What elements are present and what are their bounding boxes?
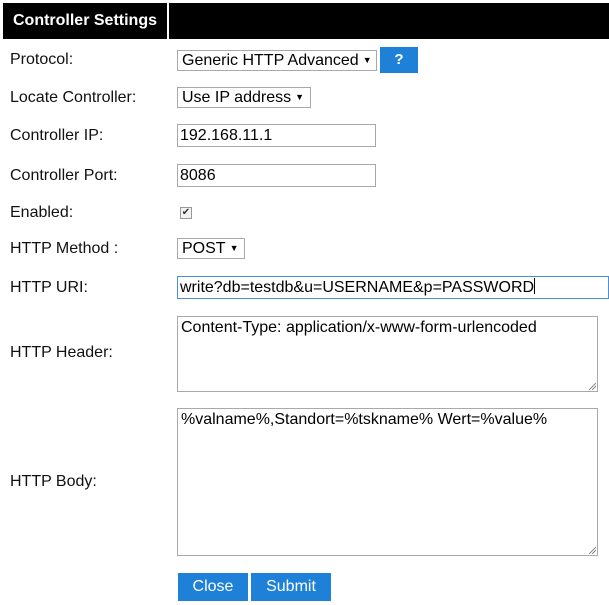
http-body-textarea[interactable]: %valname%,Standort=%tskname% Wert=%value…: [177, 408, 598, 556]
page-title: Controller Settings: [3, 3, 169, 39]
text-caret: [534, 278, 536, 294]
http-uri-label: HTTP URI:: [10, 279, 88, 296]
help-button[interactable]: ?: [380, 47, 418, 73]
chevron-down-icon: ▼: [295, 92, 305, 102]
locate-controller-label: Locate Controller:: [10, 89, 137, 106]
protocol-select[interactable]: Generic HTTP Advanced ▼: [177, 50, 377, 71]
http-method-label: HTTP Method :: [10, 240, 119, 257]
close-button[interactable]: Close: [178, 573, 248, 601]
controller-ip-label: Controller IP:: [10, 127, 104, 144]
http-method-value: POST: [182, 240, 226, 257]
chevron-down-icon: ▼: [362, 55, 372, 65]
protocol-label: Protocol:: [10, 51, 74, 68]
locate-controller-select[interactable]: Use IP address ▼: [177, 87, 311, 108]
enabled-checkbox[interactable]: ✔: [180, 207, 192, 219]
controller-port-label: Controller Port:: [10, 167, 118, 184]
resize-grip-icon[interactable]: [588, 382, 596, 390]
enabled-label: Enabled:: [10, 204, 74, 221]
locate-controller-value: Use IP address: [182, 89, 292, 106]
chevron-down-icon: ▼: [229, 243, 239, 253]
http-uri-input[interactable]: write?db=testdb&u=USERNAME&p=PASSWORD: [177, 276, 609, 299]
http-header-value: Content-Type: application/x-www-form-url…: [181, 319, 537, 336]
controller-settings-page: Controller Settings Protocol: Generic HT…: [0, 0, 609, 605]
http-uri-value: write?db=testdb&u=USERNAME&p=PASSWORD: [180, 279, 535, 296]
http-body-value: %valname%,Standort=%tskname% Wert=%value…: [181, 411, 548, 428]
resize-grip-icon[interactable]: [588, 546, 596, 554]
http-method-select[interactable]: POST ▼: [177, 238, 245, 259]
http-header-label: HTTP Header:: [10, 344, 113, 361]
controller-port-input[interactable]: 8086: [177, 164, 376, 187]
http-header-textarea[interactable]: Content-Type: application/x-www-form-url…: [177, 316, 598, 392]
header-bar: Controller Settings: [3, 3, 609, 39]
controller-ip-input[interactable]: 192.168.11.1: [177, 124, 376, 147]
protocol-select-value: Generic HTTP Advanced: [182, 52, 359, 69]
http-body-label: HTTP Body:: [10, 473, 97, 490]
submit-button[interactable]: Submit: [251, 573, 331, 601]
